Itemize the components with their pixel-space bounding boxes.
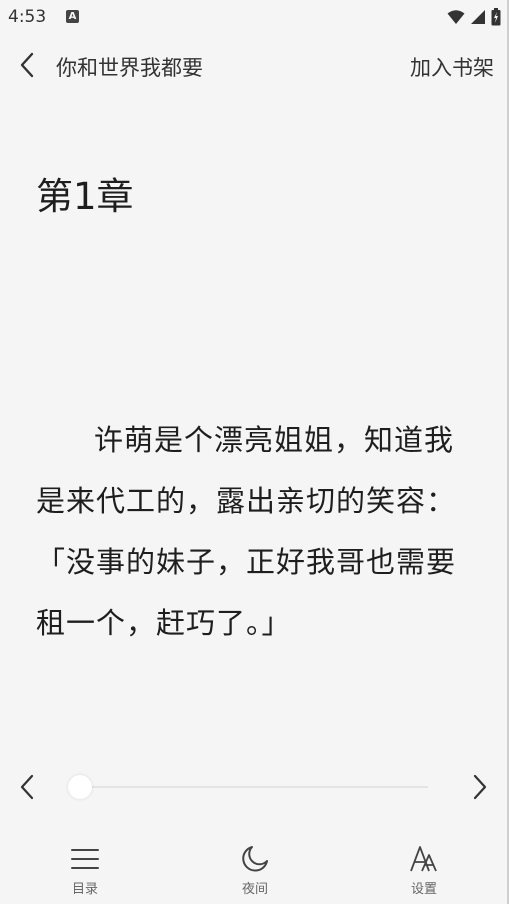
book-title: 你和世界我都要 bbox=[56, 56, 203, 80]
add-to-shelf-button[interactable]: 加入书架 bbox=[410, 52, 494, 82]
chevron-right-icon bbox=[473, 774, 487, 800]
font-icon bbox=[410, 846, 437, 872]
toc-button[interactable]: 目录 bbox=[40, 838, 130, 900]
next-chapter-button[interactable] bbox=[467, 772, 491, 802]
moon-icon bbox=[242, 846, 268, 872]
night-mode-label: 夜间 bbox=[241, 882, 268, 897]
signal-icon bbox=[471, 10, 485, 24]
settings-label: 设置 bbox=[410, 882, 437, 897]
wifi-icon bbox=[447, 10, 465, 24]
status-time: 4:53 bbox=[8, 7, 47, 27]
progress-slider-thumb[interactable] bbox=[68, 775, 92, 799]
chevron-left-icon bbox=[20, 52, 34, 78]
notification-badge-icon: A bbox=[66, 10, 79, 23]
status-bar: 4:53 A bbox=[0, 0, 509, 34]
settings-button[interactable]: 设置 bbox=[379, 838, 469, 900]
menu-icon bbox=[71, 849, 99, 869]
toc-label: 目录 bbox=[71, 882, 98, 897]
chapter-title: 第1章 bbox=[36, 175, 134, 218]
back-button[interactable] bbox=[16, 52, 40, 78]
chevron-left-icon bbox=[20, 774, 34, 800]
bottom-toolbar: 目录 夜间 设置 bbox=[0, 838, 509, 904]
battery-icon bbox=[491, 8, 501, 26]
chapter-progress-slider[interactable] bbox=[80, 786, 428, 788]
status-icons bbox=[447, 7, 501, 27]
night-mode-button[interactable]: 夜间 bbox=[210, 838, 300, 900]
reader-header: 你和世界我都要 加入书架 bbox=[0, 40, 509, 90]
chapter-paragraph: 许萌是个漂亮姐姐，知道我是来代工的，露出亲切的笑容：「没事的妹子，正好我哥也需要… bbox=[36, 423, 457, 640]
prev-chapter-button[interactable] bbox=[16, 772, 40, 802]
